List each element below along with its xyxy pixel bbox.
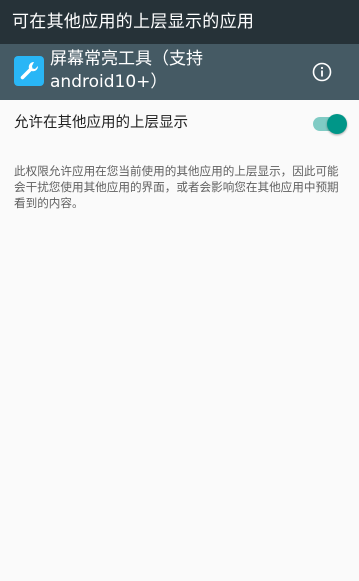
info-button[interactable] xyxy=(310,60,334,84)
page-title: 可在其他应用的上层显示的应用 xyxy=(12,12,255,32)
setting-label: 允许在其他应用的上层显示 xyxy=(14,115,188,131)
wrench-icon xyxy=(14,56,44,86)
toggle-thumb xyxy=(327,114,347,134)
app-header: 屏幕常亮工具（支持android10+） xyxy=(0,44,359,100)
title-bar: 可在其他应用的上层显示的应用 xyxy=(0,0,359,44)
allow-overlay-toggle[interactable] xyxy=(311,112,347,136)
allow-overlay-setting-row[interactable]: 允许在其他应用的上层显示 xyxy=(0,100,359,148)
permission-description: 此权限允许应用在您当前使用的其他应用的上层显示，因此可能会干扰您使用其他应用的界… xyxy=(14,164,339,210)
app-name: 屏幕常亮工具（支持android10+） xyxy=(50,49,203,92)
info-icon[interactable] xyxy=(310,60,334,84)
